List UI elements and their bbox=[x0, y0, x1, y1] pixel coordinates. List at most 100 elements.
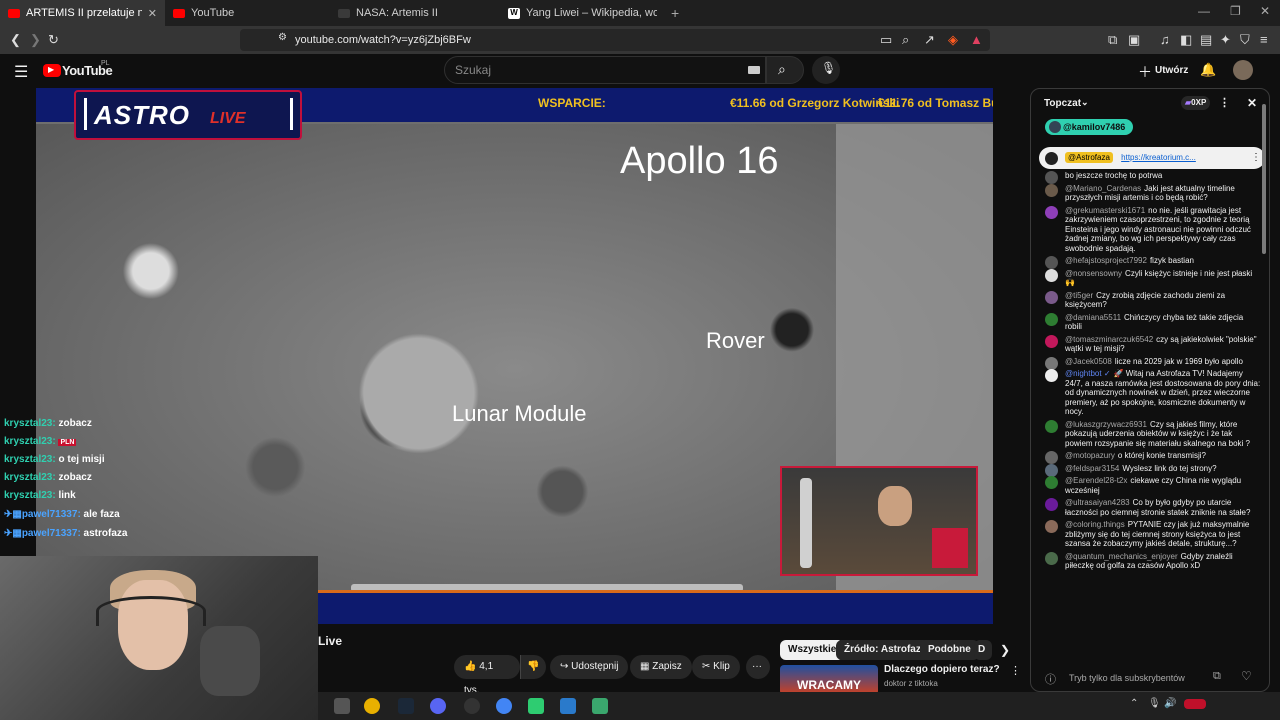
chat-author[interactable]: @nonsensowny bbox=[1065, 269, 1122, 278]
recommended-thumbnail[interactable]: WRACAMY bbox=[780, 665, 878, 695]
chat-avatar[interactable] bbox=[1045, 369, 1058, 382]
site-info-icon[interactable]: ⚙ bbox=[278, 32, 287, 43]
chat-avatar[interactable] bbox=[1045, 498, 1058, 511]
obs-icon[interactable] bbox=[464, 698, 480, 714]
address-bar[interactable]: youtube.com/watch?v=yz6jZbj6BFw bbox=[240, 29, 990, 51]
chat-avatar[interactable] bbox=[1045, 419, 1058, 433]
back-icon[interactable]: ❮ bbox=[10, 32, 21, 48]
chat-author[interactable]: @ti5ger bbox=[1065, 291, 1093, 300]
chat-author[interactable]: @Mariano_Cardenas bbox=[1065, 184, 1141, 193]
notifications-bell-icon[interactable]: 🔔 bbox=[1200, 62, 1216, 78]
music-icon[interactable]: ♫ bbox=[1160, 32, 1170, 47]
browser-tab-active[interactable]: ARTEMIS II przelatuje najbliże ✕ bbox=[0, 0, 165, 26]
chat-author[interactable]: @tomaszminarczuk6542 bbox=[1065, 335, 1153, 344]
chat-scrollbar[interactable] bbox=[1262, 104, 1266, 254]
minimize-icon[interactable]: — bbox=[1198, 4, 1210, 18]
chat-author[interactable]: @ultrasaiyan4283 bbox=[1065, 498, 1130, 507]
chip-all[interactable]: Wszystkie bbox=[780, 640, 845, 660]
chat-more-icon[interactable]: ⋮ bbox=[1219, 96, 1230, 109]
chip-more[interactable]: D bbox=[974, 640, 992, 660]
chat-avatar[interactable] bbox=[1045, 290, 1058, 304]
chat-author[interactable]: @quantum_mechanics_enjoyer bbox=[1065, 552, 1178, 561]
create-button[interactable]: Utwórz bbox=[1155, 65, 1188, 76]
keyboard-icon[interactable] bbox=[748, 66, 760, 74]
clip-button[interactable]: ✂ Klip bbox=[692, 655, 740, 679]
browser-tab[interactable]: W Yang Liwei – Wikipedia, wolna encyk bbox=[500, 0, 665, 26]
reload-icon[interactable]: ↻ bbox=[48, 32, 59, 48]
more-actions-button[interactable]: ··· bbox=[746, 655, 770, 679]
extensions-icon[interactable]: ⧉ bbox=[1108, 32, 1117, 48]
menu-icon[interactable]: ≡ bbox=[1260, 32, 1268, 47]
tray-mic-icon[interactable]: 🎙 bbox=[1148, 698, 1161, 709]
rewards-icon[interactable]: ▲ bbox=[970, 32, 983, 47]
super-chat-icon[interactable]: ⧉ bbox=[1213, 670, 1221, 683]
chat-avatar[interactable] bbox=[1045, 356, 1058, 370]
chat-author[interactable]: @damiana5511 bbox=[1065, 313, 1121, 322]
wallet-icon[interactable]: ▤ bbox=[1200, 32, 1212, 48]
share-icon[interactable]: ↗ bbox=[924, 32, 935, 48]
chat-avatar[interactable] bbox=[1045, 451, 1058, 464]
hamburger-menu-icon[interactable]: ☰ bbox=[14, 62, 28, 82]
vpn-icon[interactable]: ⛉ bbox=[1240, 32, 1250, 48]
chat-author[interactable]: @coloring.things bbox=[1065, 520, 1125, 529]
chat-author[interactable]: @hefajstosproject7992 bbox=[1065, 256, 1147, 265]
close-tab-icon[interactable]: ✕ bbox=[148, 7, 157, 20]
app-icon[interactable] bbox=[560, 698, 576, 714]
chat-author[interactable]: @nightbot ✓ bbox=[1065, 369, 1111, 378]
search-input[interactable]: Szukaj bbox=[444, 56, 766, 84]
recommended-channel[interactable]: doktor z tiktoka bbox=[884, 679, 938, 688]
media-player-icon[interactable] bbox=[528, 698, 544, 714]
chat-avatar[interactable] bbox=[1045, 268, 1058, 282]
browser-icon[interactable] bbox=[496, 698, 512, 714]
chips-next-icon[interactable]: ❯ bbox=[1000, 643, 1010, 657]
chat-mode-dropdown[interactable]: Topczat bbox=[1044, 98, 1081, 109]
dislike-button[interactable]: 👎 bbox=[520, 655, 546, 679]
ai-icon[interactable]: ✦ bbox=[1220, 32, 1231, 48]
pinned-menu-icon[interactable]: ⋮ bbox=[1251, 147, 1261, 169]
browser-tab[interactable]: NASA: Artemis II bbox=[330, 0, 500, 26]
chat-avatar[interactable] bbox=[1045, 205, 1058, 219]
close-window-icon[interactable]: ✕ bbox=[1260, 4, 1270, 18]
close-chat-icon[interactable]: ✕ bbox=[1247, 96, 1257, 110]
avatar[interactable] bbox=[1233, 60, 1253, 80]
brave-shield-icon[interactable]: ◈ bbox=[948, 32, 958, 48]
chat-avatar[interactable] bbox=[1045, 463, 1058, 477]
steam-icon[interactable] bbox=[398, 698, 414, 714]
screenshot-icon[interactable]: ▣ bbox=[1128, 32, 1140, 48]
heart-icon[interactable]: ♡ bbox=[1241, 669, 1252, 683]
recommended-menu-icon[interactable]: ⋮ bbox=[1010, 664, 1021, 677]
discord-icon[interactable] bbox=[430, 698, 446, 714]
chip-related[interactable]: Podobne bbox=[920, 640, 979, 660]
chrome-icon[interactable] bbox=[364, 698, 380, 714]
chat-avatar[interactable] bbox=[1045, 334, 1058, 348]
maximize-icon[interactable]: ❐ bbox=[1230, 4, 1241, 18]
file-explorer-icon[interactable] bbox=[334, 698, 350, 714]
chat-author[interactable]: @motopazury bbox=[1065, 451, 1115, 460]
chat-avatar[interactable] bbox=[1045, 312, 1058, 326]
sidebar-icon[interactable]: ◧ bbox=[1180, 32, 1192, 48]
tray-app-icon[interactable] bbox=[1184, 699, 1206, 709]
chat-avatar[interactable] bbox=[1045, 256, 1058, 269]
chat-author[interactable]: @Earendel28-t2x bbox=[1065, 476, 1127, 485]
chat-avatar[interactable] bbox=[1045, 551, 1058, 565]
zoom-icon[interactable]: ⌕ bbox=[902, 32, 909, 48]
chat-author[interactable]: @feldspar3154 bbox=[1065, 464, 1119, 473]
chat-avatar[interactable] bbox=[1045, 520, 1058, 533]
pinned-message[interactable]: @Astrofaza https://kreatorium.c... ⋮ bbox=[1039, 147, 1265, 169]
chevron-down-icon[interactable]: ⌄ bbox=[1081, 97, 1089, 108]
new-tab-button[interactable]: + bbox=[671, 5, 679, 21]
chat-avatar[interactable] bbox=[1045, 183, 1058, 197]
search-button[interactable]: ⌕ bbox=[766, 56, 804, 84]
browser-tab[interactable]: YouTube bbox=[165, 0, 330, 26]
chat-author[interactable]: @lukaszgrzywacz6931 bbox=[1065, 420, 1147, 429]
points-badge[interactable]: ▰0XP bbox=[1181, 96, 1211, 110]
pinned-link[interactable]: https://kreatorium.c... bbox=[1121, 153, 1196, 162]
voice-search-button[interactable]: 🎙 bbox=[812, 56, 840, 84]
app-icon[interactable] bbox=[592, 698, 608, 714]
share-button[interactable]: ↪ Udostępnij bbox=[550, 655, 629, 679]
chat-author[interactable]: @Jacek0508 bbox=[1065, 357, 1112, 366]
cast-icon[interactable]: ▭ bbox=[880, 32, 892, 48]
volume-icon[interactable]: 🔊 bbox=[1164, 698, 1176, 709]
chat-author[interactable]: @grekumasterski1671 bbox=[1065, 206, 1145, 215]
like-button[interactable]: 👍 4,1 tys. bbox=[454, 655, 520, 696]
